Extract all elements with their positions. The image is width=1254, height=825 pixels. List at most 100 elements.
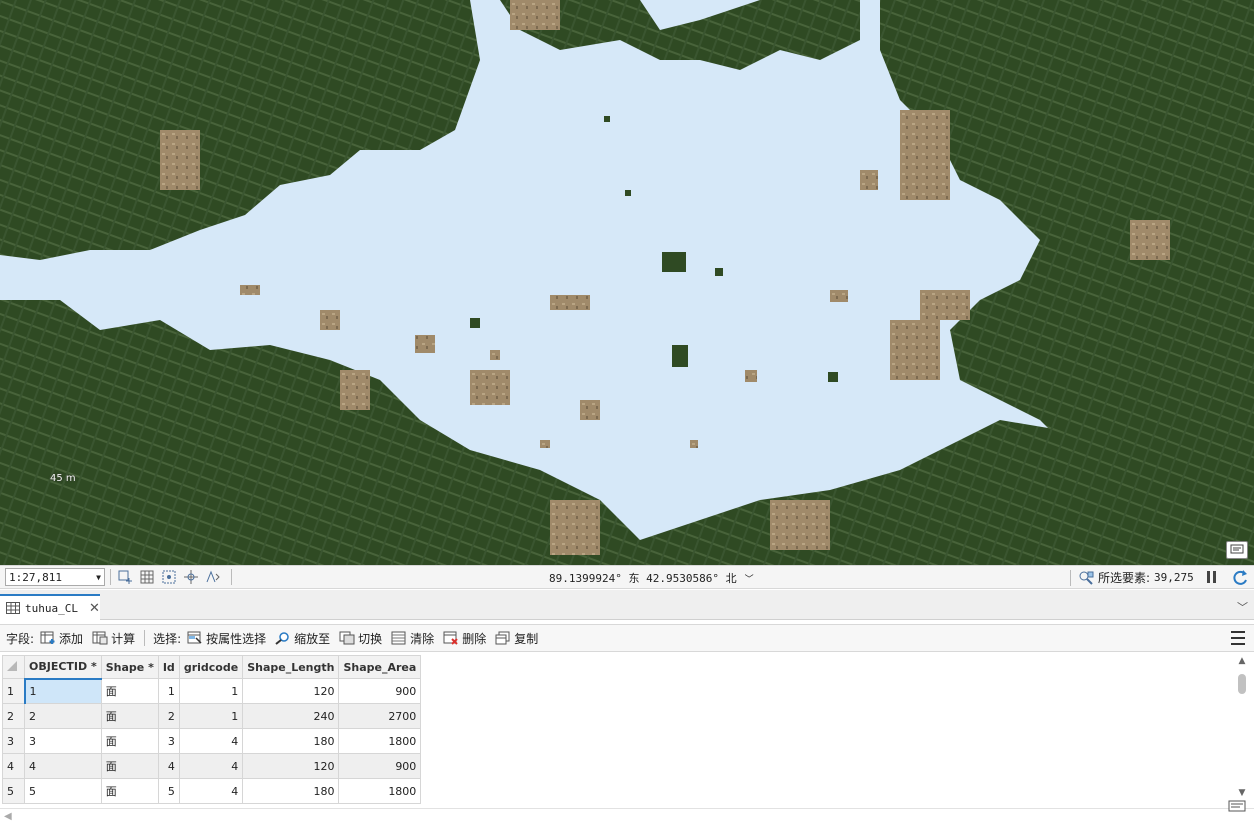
table-row[interactable]: 2 2 面 2 1 240 2700: [2, 703, 422, 729]
table-cell[interactable]: 4: [178, 728, 244, 754]
refresh-icon: [1233, 570, 1247, 585]
fixed-extent-icon[interactable]: [116, 568, 134, 586]
tab-tuhua-cl[interactable]: tuhua_CL ✕: [0, 594, 100, 620]
scale-selector[interactable]: 1:27,811 ▼: [5, 568, 105, 586]
table-cell[interactable]: 1: [178, 703, 244, 729]
column-header-shape[interactable]: Shape *: [100, 655, 159, 679]
switch-selection-button[interactable]: 切换: [339, 630, 382, 647]
calculate-icon: [92, 631, 108, 645]
table-cell[interactable]: 3: [157, 728, 180, 754]
map-view[interactable]: 45 m: [0, 0, 1254, 565]
table-cell[interactable]: 2: [157, 703, 180, 729]
close-icon[interactable]: ✕: [89, 601, 100, 616]
table-cell[interactable]: 3: [24, 728, 102, 754]
selected-label: 所选要素:: [1098, 571, 1151, 585]
refresh-button[interactable]: [1230, 568, 1250, 588]
row-header[interactable]: 5: [2, 778, 25, 804]
table-cell[interactable]: 面: [100, 728, 159, 754]
table-cell[interactable]: 900: [338, 678, 422, 704]
chevron-up-icon[interactable]: ▲: [1236, 656, 1248, 666]
row-header[interactable]: 3: [2, 728, 25, 754]
table-row[interactable]: 5 5 面 5 4 180 1800: [2, 778, 422, 804]
chevron-down-icon[interactable]: ﹀: [1237, 599, 1248, 615]
column-header-id[interactable]: Id: [157, 655, 180, 679]
snapping-icon[interactable]: [160, 568, 178, 586]
table-row[interactable]: 4 4 面 4 4 120 900: [2, 753, 422, 779]
comment-icon: [1228, 800, 1246, 812]
pause-icon: [1206, 571, 1210, 583]
selection-label: 选择:: [153, 631, 182, 646]
grid-icon[interactable]: [138, 568, 156, 586]
table-cell[interactable]: 4: [157, 753, 180, 779]
pause-drawing-button[interactable]: [1204, 569, 1218, 585]
table-cell[interactable]: 240: [242, 703, 340, 729]
table-cell[interactable]: 900: [338, 753, 422, 779]
table-cell[interactable]: 1: [23, 678, 102, 704]
copy-button[interactable]: 复制: [495, 630, 538, 647]
scrollbar-thumb[interactable]: [1238, 674, 1246, 694]
chevron-down-icon: ▼: [96, 572, 101, 582]
table-row[interactable]: 1 1 面 1 1 120 900: [2, 678, 422, 704]
coordinate-readout: 89.1399924° 东 42.9530586° 北 ﹀: [549, 570, 754, 586]
chevron-down-icon[interactable]: ▼: [1236, 788, 1248, 798]
table-cell[interactable]: 1800: [338, 778, 422, 804]
delete-button[interactable]: 删除: [443, 630, 486, 647]
satellite-imagery: [0, 0, 1254, 565]
table-cell[interactable]: 2700: [338, 703, 422, 729]
table-cell[interactable]: 120: [242, 753, 340, 779]
table-cell[interactable]: 120: [242, 678, 340, 704]
calculate-field-button[interactable]: 计算: [92, 630, 135, 647]
table-options-button[interactable]: [1228, 800, 1248, 816]
scale-mark: 45 m: [50, 473, 76, 484]
table-cell[interactable]: 1: [157, 678, 180, 704]
table-cell[interactable]: 面: [100, 678, 159, 704]
clear-selection-button[interactable]: 清除: [391, 630, 434, 647]
table-cell[interactable]: 1800: [338, 728, 422, 754]
map-status-bar: 1:27,811 ▼ 89.1399924° 东 42.9530586° 北 ﹀…: [0, 565, 1254, 589]
attribute-table: OBJECTID * Shape * Id gridcode Shape_Len…: [0, 654, 1254, 825]
table-cell[interactable]: 180: [242, 778, 340, 804]
table-cell[interactable]: 面: [100, 778, 159, 804]
table-cell[interactable]: 5: [157, 778, 180, 804]
table-cell[interactable]: 2: [24, 703, 102, 729]
table-cell[interactable]: 4: [24, 753, 102, 779]
column-header-shape-length[interactable]: Shape_Length: [242, 655, 340, 679]
column-header-gridcode[interactable]: gridcode: [178, 655, 244, 679]
table-cell[interactable]: 4: [178, 778, 244, 804]
vertical-scrollbar[interactable]: ▲ ▼: [1236, 654, 1248, 804]
tab-label: tuhua_CL: [25, 601, 78, 615]
table-cell[interactable]: 180: [242, 728, 340, 754]
correction-icon[interactable]: [204, 568, 222, 586]
table-cell[interactable]: 1: [178, 678, 244, 704]
zoom-to-button[interactable]: 缩放至: [275, 630, 330, 647]
table-toolbar: 字段: 添加 计算 选择: 按属性选择 缩放至 切换 清除 删除 复制: [0, 624, 1254, 652]
copy-label: 复制: [514, 631, 539, 646]
column-header-shape-area[interactable]: Shape_Area: [338, 655, 422, 679]
select-by-attributes-button[interactable]: 按属性选择: [187, 630, 266, 647]
table-cell[interactable]: 5: [24, 778, 102, 804]
table-cell[interactable]: 面: [100, 753, 159, 779]
add-field-button[interactable]: 添加: [40, 630, 83, 647]
table-cell[interactable]: 4: [178, 753, 244, 779]
chevron-down-icon[interactable]: ﹀: [745, 572, 754, 585]
zoom-to-selection-icon[interactable]: [1078, 570, 1094, 586]
table-cell[interactable]: 面: [100, 703, 159, 729]
attribute-grid: OBJECTID * Shape * Id gridcode Shape_Len…: [2, 655, 422, 804]
map-notes-button[interactable]: [1226, 541, 1248, 559]
row-header[interactable]: 2: [2, 703, 25, 729]
table-row[interactable]: 3 3 面 3 4 180 1800: [2, 728, 422, 754]
select-by-attributes-icon: [187, 631, 202, 644]
add-field-label: 添加: [59, 631, 84, 646]
row-header[interactable]: 1: [2, 678, 25, 704]
coordinates-text: 89.1399924° 东 42.9530586° 北: [549, 572, 737, 585]
select-all-corner[interactable]: [2, 655, 25, 679]
menu-icon[interactable]: [1231, 631, 1245, 645]
chevron-left-icon[interactable]: ◀: [4, 811, 12, 822]
delete-icon: [443, 631, 458, 645]
horizontal-scrollbar[interactable]: ◀: [0, 808, 1254, 824]
column-header-objectid[interactable]: OBJECTID *: [24, 655, 102, 680]
divider: [144, 630, 146, 646]
row-header[interactable]: 4: [2, 753, 25, 779]
zoom-to-label: 缩放至: [294, 631, 331, 646]
crosshair-icon[interactable]: [182, 568, 200, 586]
